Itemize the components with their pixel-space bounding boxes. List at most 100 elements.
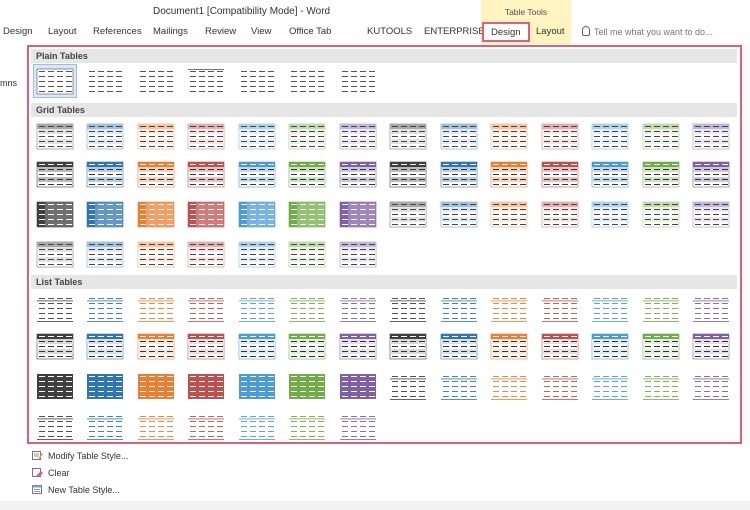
- table-style-thumbnail[interactable]: [589, 330, 631, 362]
- table-style-thumbnail[interactable]: [488, 370, 530, 402]
- table-style-thumbnail[interactable]: [34, 238, 76, 270]
- table-style-thumbnail[interactable]: [690, 198, 732, 230]
- table-style-thumbnail[interactable]: [690, 120, 732, 152]
- clear-item[interactable]: Clear: [32, 465, 70, 481]
- table-style-thumbnail[interactable]: [438, 120, 480, 152]
- table-style-thumbnail[interactable]: [337, 65, 379, 97]
- tell-me-box[interactable]: Tell me what you want to do...: [582, 21, 713, 43]
- table-style-thumbnail[interactable]: [539, 292, 581, 324]
- table-style-thumbnail[interactable]: [488, 198, 530, 230]
- table-style-thumbnail[interactable]: [337, 238, 379, 270]
- tab-design-main[interactable]: Design: [3, 21, 33, 43]
- table-style-thumbnail[interactable]: [337, 292, 379, 324]
- table-style-thumbnail[interactable]: [34, 410, 76, 442]
- table-style-thumbnail[interactable]: [236, 120, 278, 152]
- table-style-thumbnail[interactable]: [640, 120, 682, 152]
- table-style-thumbnail[interactable]: [135, 65, 177, 97]
- table-style-thumbnail[interactable]: [589, 120, 631, 152]
- table-style-thumbnail[interactable]: [640, 158, 682, 190]
- table-style-thumbnail[interactable]: [690, 292, 732, 324]
- table-style-thumbnail[interactable]: [438, 158, 480, 190]
- tab-office-tab[interactable]: Office Tab: [289, 21, 331, 43]
- new-table-style-item[interactable]: New Table Style...: [32, 482, 120, 498]
- table-style-thumbnail[interactable]: [286, 120, 328, 152]
- table-style-thumbnail[interactable]: [438, 198, 480, 230]
- table-style-thumbnail[interactable]: [135, 238, 177, 270]
- table-style-thumbnail[interactable]: [337, 120, 379, 152]
- table-style-thumbnail[interactable]: [236, 330, 278, 362]
- table-style-thumbnail[interactable]: [387, 370, 429, 402]
- table-style-thumbnail[interactable]: [135, 410, 177, 442]
- table-style-thumbnail[interactable]: [135, 158, 177, 190]
- table-style-thumbnail[interactable]: [236, 410, 278, 442]
- tab-view[interactable]: View: [251, 21, 271, 43]
- table-style-thumbnail[interactable]: [135, 330, 177, 362]
- table-style-thumbnail[interactable]: [34, 120, 76, 152]
- tab-references[interactable]: References: [93, 21, 142, 43]
- table-style-thumbnail[interactable]: [135, 120, 177, 152]
- tab-table-design[interactable]: Design: [482, 22, 530, 42]
- table-style-thumbnail[interactable]: [185, 198, 227, 230]
- table-style-thumbnail[interactable]: [34, 330, 76, 362]
- table-style-thumbnail[interactable]: [236, 292, 278, 324]
- table-style-thumbnail[interactable]: [185, 370, 227, 402]
- table-style-thumbnail[interactable]: [690, 370, 732, 402]
- table-style-thumbnail[interactable]: [387, 120, 429, 152]
- table-style-thumbnail[interactable]: [236, 238, 278, 270]
- table-style-thumbnail[interactable]: [84, 198, 126, 230]
- table-style-thumbnail[interactable]: [135, 292, 177, 324]
- table-style-thumbnail[interactable]: [690, 158, 732, 190]
- table-style-thumbnail[interactable]: [84, 120, 126, 152]
- table-style-thumbnail[interactable]: [185, 292, 227, 324]
- table-style-thumbnail[interactable]: [286, 292, 328, 324]
- table-style-thumbnail[interactable]: [34, 158, 76, 190]
- table-style-thumbnail[interactable]: [539, 158, 581, 190]
- table-style-thumbnail[interactable]: [84, 158, 126, 190]
- table-style-thumbnail[interactable]: [34, 198, 76, 230]
- table-style-thumbnail[interactable]: [640, 292, 682, 324]
- table-style-thumbnail[interactable]: [640, 198, 682, 230]
- table-style-thumbnail[interactable]: [185, 238, 227, 270]
- table-style-thumbnail[interactable]: [488, 120, 530, 152]
- table-style-thumbnail[interactable]: [185, 120, 227, 152]
- table-style-thumbnail[interactable]: [236, 158, 278, 190]
- table-style-thumbnail[interactable]: [84, 65, 126, 97]
- table-style-thumbnail[interactable]: [286, 238, 328, 270]
- table-style-thumbnail[interactable]: [286, 370, 328, 402]
- table-style-thumbnail[interactable]: [488, 158, 530, 190]
- table-style-thumbnail[interactable]: [488, 330, 530, 362]
- table-style-thumbnail[interactable]: [539, 120, 581, 152]
- table-style-thumbnail[interactable]: [84, 292, 126, 324]
- table-style-thumbnail[interactable]: [135, 370, 177, 402]
- table-style-thumbnail[interactable]: [539, 370, 581, 402]
- table-style-thumbnail[interactable]: [34, 370, 76, 402]
- table-style-thumbnail[interactable]: [589, 198, 631, 230]
- table-style-thumbnail[interactable]: [438, 370, 480, 402]
- table-style-thumbnail[interactable]: [387, 158, 429, 190]
- table-style-thumbnail[interactable]: [33, 64, 77, 98]
- table-style-thumbnail[interactable]: [539, 198, 581, 230]
- table-style-thumbnail[interactable]: [236, 370, 278, 402]
- table-style-thumbnail[interactable]: [185, 65, 227, 97]
- table-style-thumbnail[interactable]: [387, 198, 429, 230]
- table-style-thumbnail[interactable]: [589, 370, 631, 402]
- table-style-thumbnail[interactable]: [640, 330, 682, 362]
- table-style-thumbnail[interactable]: [438, 292, 480, 324]
- table-style-thumbnail[interactable]: [286, 198, 328, 230]
- tab-mailings[interactable]: Mailings: [153, 21, 188, 43]
- table-style-thumbnail[interactable]: [286, 65, 328, 97]
- table-style-thumbnail[interactable]: [589, 158, 631, 190]
- table-style-thumbnail[interactable]: [690, 330, 732, 362]
- table-style-thumbnail[interactable]: [337, 370, 379, 402]
- tab-kutools[interactable]: KUTOOLS: [367, 21, 412, 43]
- table-style-thumbnail[interactable]: [84, 330, 126, 362]
- table-style-thumbnail[interactable]: [236, 198, 278, 230]
- table-style-thumbnail[interactable]: [185, 330, 227, 362]
- table-style-thumbnail[interactable]: [640, 370, 682, 402]
- table-style-thumbnail[interactable]: [438, 330, 480, 362]
- table-style-thumbnail[interactable]: [337, 410, 379, 442]
- table-style-thumbnail[interactable]: [185, 158, 227, 190]
- tab-layout-main[interactable]: Layout: [48, 21, 77, 43]
- tab-table-layout[interactable]: Layout: [536, 21, 565, 43]
- table-style-thumbnail[interactable]: [337, 330, 379, 362]
